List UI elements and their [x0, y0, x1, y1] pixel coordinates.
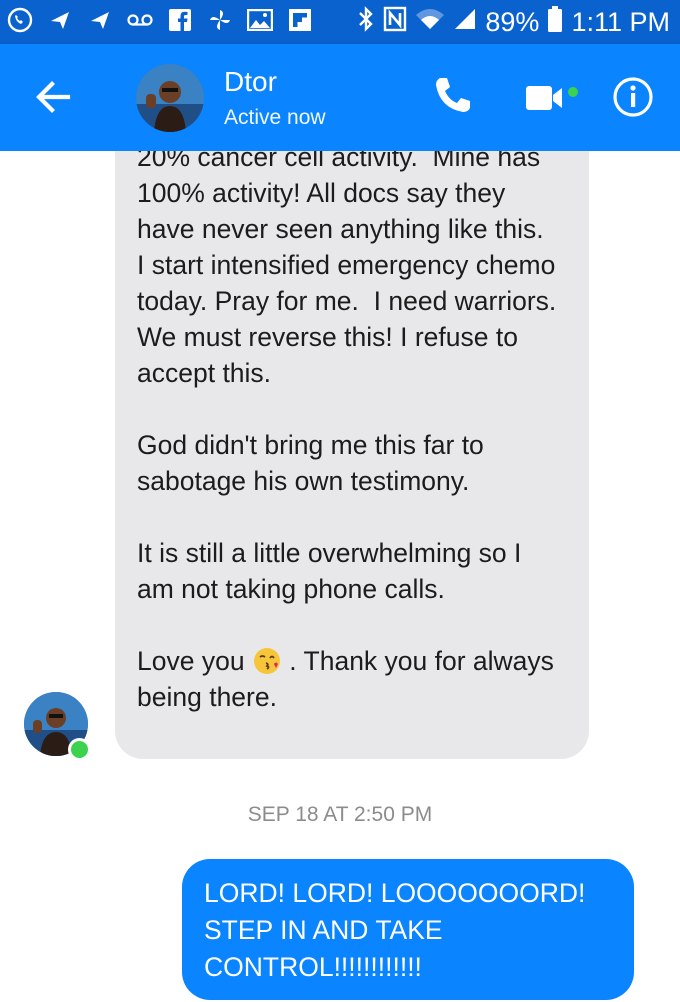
clock: 1:11 PM	[571, 6, 670, 37]
voice-call-button[interactable]	[432, 74, 474, 116]
incoming-love-prefix: Love you	[137, 646, 252, 676]
video-call-button[interactable]	[524, 80, 582, 116]
flipboard-icon	[286, 6, 314, 34]
back-arrow-icon	[36, 81, 71, 113]
contact-avatar[interactable]	[136, 64, 204, 132]
active-status: Active now	[224, 106, 326, 129]
message-timestamp: SEP 18 AT 2:50 PM	[247, 803, 433, 826]
voicemail-icon	[126, 6, 154, 34]
bluetooth-icon	[357, 5, 375, 40]
battery-percent: 89%	[485, 6, 540, 37]
incoming-message-body: 20% cancer cell activity. Mine has 100% …	[137, 151, 557, 604]
face-blowing-a-kiss-icon	[252, 646, 282, 676]
viber-icon	[6, 6, 34, 34]
incoming-message-text: 20% cancer cell activity. Mine has 100% …	[137, 151, 557, 715]
phone-icon	[436, 78, 470, 112]
status-indicators: 89% 1:11 PM	[357, 4, 670, 40]
pinwheel-icon	[206, 6, 234, 34]
nfc-icon	[383, 6, 407, 39]
gallery-icon	[246, 6, 274, 34]
battery-icon	[547, 5, 563, 40]
outgoing-message-text: LORD! LORD! LOOOOOOORD! STEP IN AND TAKE…	[204, 878, 593, 982]
notification-arrow-icon	[46, 6, 74, 34]
notification-icons	[6, 6, 314, 34]
notification-arrow-icon	[86, 6, 114, 34]
status-bar: 89% 1:11 PM	[0, 0, 680, 44]
conversation-header: Dtor Active now	[0, 44, 680, 151]
info-button[interactable]	[612, 76, 654, 118]
video-camera-icon	[526, 86, 578, 110]
back-button[interactable]	[30, 74, 76, 120]
online-indicator	[68, 738, 91, 761]
facebook-icon	[166, 6, 194, 34]
message-thread[interactable]: 20% cancer cell activity. Mine has 100% …	[0, 151, 680, 1002]
contact-name: Dtor	[224, 66, 277, 97]
signal-icon	[453, 7, 477, 38]
info-icon	[613, 77, 653, 117]
wifi-icon	[415, 7, 445, 38]
